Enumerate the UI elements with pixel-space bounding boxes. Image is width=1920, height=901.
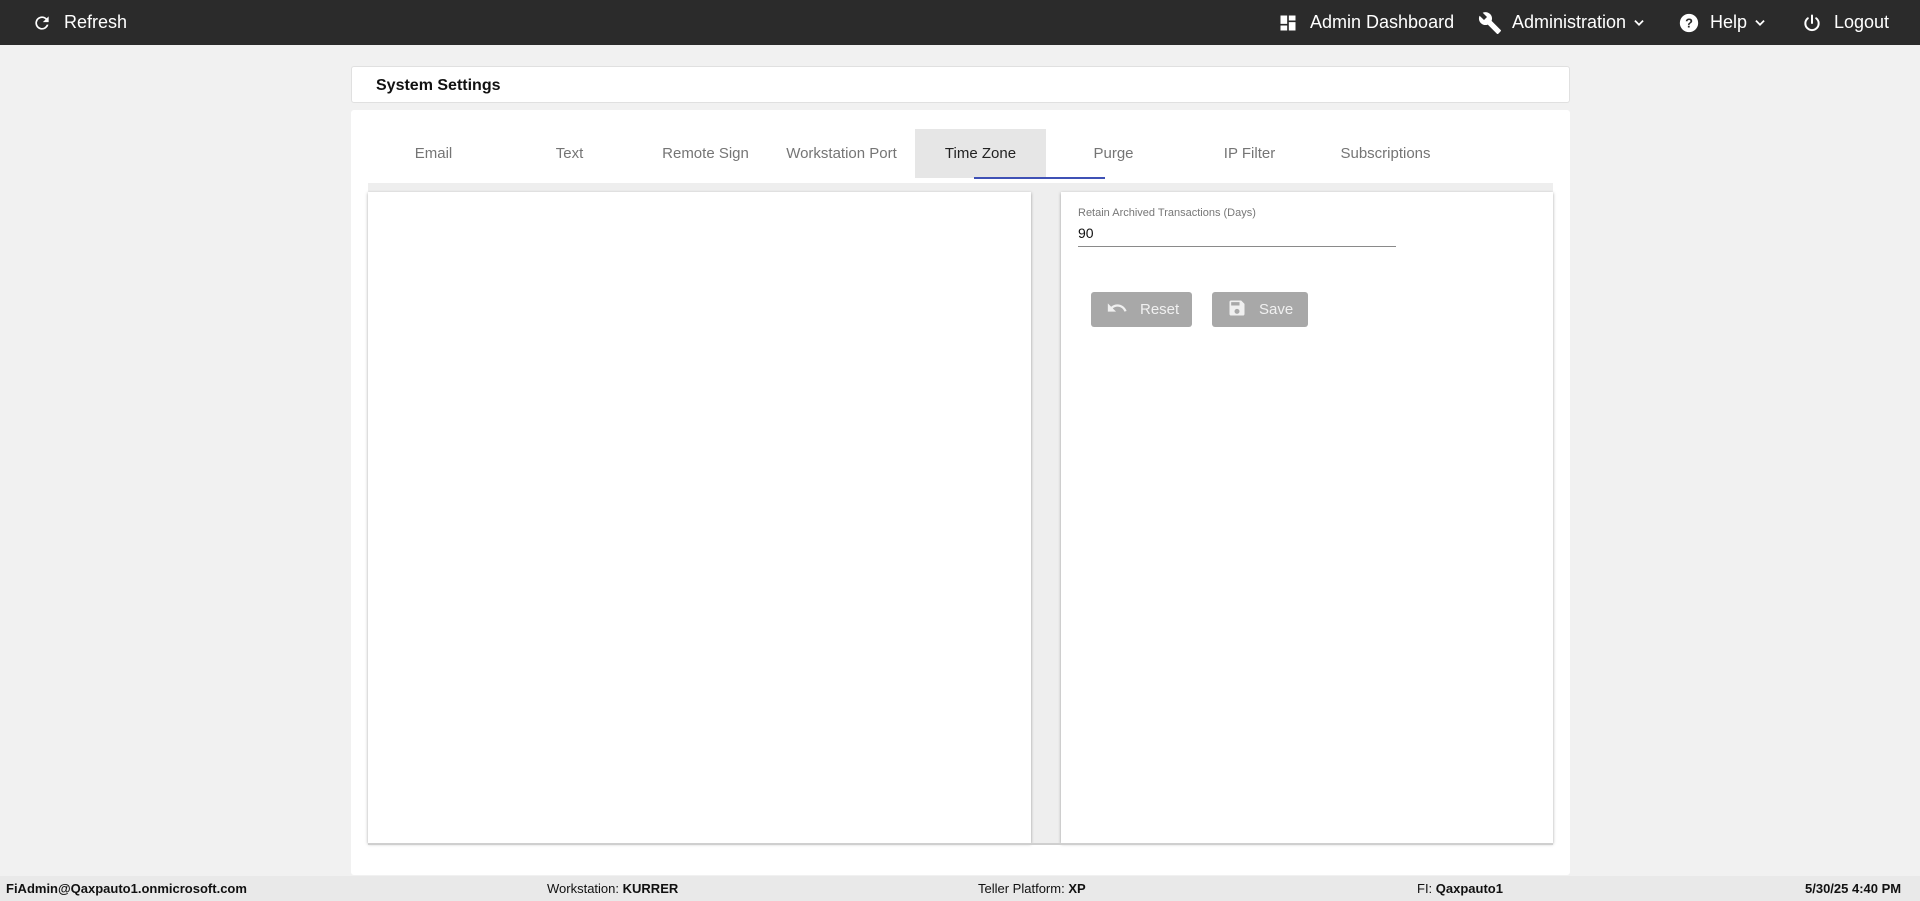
help-menu[interactable]: ? Help: [1678, 0, 1767, 45]
page-header-card: System Settings: [351, 66, 1570, 103]
tab-ip-filter[interactable]: IP Filter: [1184, 129, 1315, 178]
logout-label: Logout: [1834, 12, 1890, 32]
logout-button[interactable]: Logout: [1802, 0, 1889, 45]
status-fi-label: FI:: [1417, 881, 1433, 896]
left-content-card: [368, 192, 1031, 843]
refresh-button[interactable]: Refresh: [32, 0, 127, 45]
status-fi: FI: Qaxpauto1: [1417, 881, 1503, 896]
status-datetime: 5/30/25 4:40 PM: [1805, 881, 1902, 896]
status-teller-platform-value: XP: [1068, 881, 1086, 896]
tab-time-zone[interactable]: Time Zone: [915, 129, 1046, 178]
tab-text[interactable]: Text: [504, 129, 635, 178]
help-label: Help: [1710, 12, 1748, 32]
top-nav-bar: Refresh Admin Dashboard Administration ?…: [0, 0, 1920, 45]
status-bar: FiAdmin@Qaxpauto1.onmicrosoft.com Workst…: [0, 876, 1920, 901]
tab-remote-sign[interactable]: Remote Sign: [640, 129, 771, 178]
tab-subscriptions[interactable]: Subscriptions: [1320, 129, 1451, 178]
status-workstation: Workstation: KURRER: [547, 881, 678, 896]
tab-ink-bar: [974, 177, 1105, 179]
administration-menu[interactable]: Administration: [1478, 0, 1646, 45]
tab-content-area[interactable]: Retain Archived Transactions (Days) Rese…: [368, 183, 1553, 843]
status-user: FiAdmin@Qaxpauto1.onmicrosoft.com: [6, 881, 247, 896]
page-title: System Settings: [376, 77, 501, 94]
status-workstation-value: KURRER: [622, 881, 679, 896]
refresh-icon: [32, 13, 52, 33]
panel-divider: [368, 843, 1553, 845]
settings-panel: Email Text Remote Sign Workstation Port …: [351, 110, 1570, 875]
purge-settings-card: Retain Archived Transactions (Days) Rese…: [1061, 192, 1553, 843]
status-fi-value: Qaxpauto1: [1435, 881, 1503, 896]
save-button[interactable]: Save: [1212, 292, 1308, 327]
floppy-disk-icon: [1227, 298, 1247, 322]
wrench-icon: [1478, 11, 1502, 35]
tab-purge[interactable]: Purge: [1048, 129, 1179, 178]
tab-workstation-port[interactable]: Workstation Port: [776, 129, 907, 178]
power-icon: [1802, 13, 1822, 33]
help-circle-icon: ?: [1678, 12, 1700, 34]
undo-icon: [1106, 297, 1128, 323]
retain-days-label: Retain Archived Transactions (Days): [1078, 207, 1256, 219]
chevron-down-icon: [1753, 16, 1767, 30]
retain-days-field: Retain Archived Transactions (Days): [1078, 207, 1396, 247]
administration-label: Administration: [1512, 12, 1627, 32]
chevron-down-icon: [1632, 16, 1646, 30]
retain-days-input[interactable]: [1078, 223, 1396, 247]
admin-dashboard-label: Admin Dashboard: [1310, 12, 1455, 32]
save-label: Save: [1259, 301, 1294, 318]
reset-button[interactable]: Reset: [1091, 292, 1192, 327]
tab-email[interactable]: Email: [368, 129, 499, 178]
reset-label: Reset: [1140, 301, 1180, 318]
svg-text:?: ?: [1685, 15, 1693, 30]
admin-dashboard-link[interactable]: Admin Dashboard: [1278, 0, 1454, 45]
status-workstation-label: Workstation:: [547, 881, 620, 896]
refresh-label: Refresh: [64, 12, 128, 32]
dashboard-icon: [1278, 13, 1298, 33]
status-teller-platform-label: Teller Platform:: [978, 881, 1065, 896]
status-teller-platform: Teller Platform: XP: [978, 881, 1086, 896]
